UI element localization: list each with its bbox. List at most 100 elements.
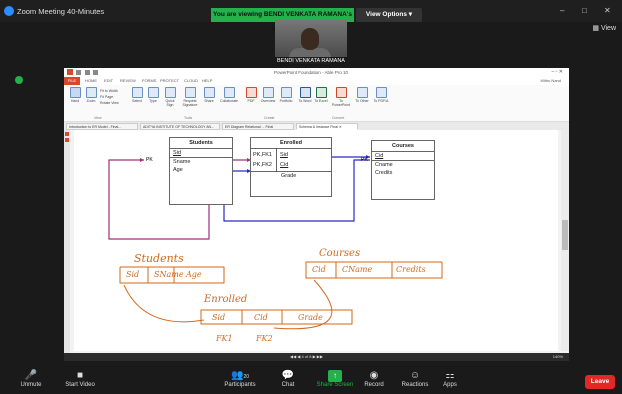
to-pdfa-button[interactable]: To PDF/A	[372, 87, 390, 103]
left-sidebar	[64, 130, 70, 355]
portfolio-button[interactable]: Portfolio	[278, 87, 294, 103]
field-sname: Sname	[173, 159, 191, 165]
menu-review[interactable]: REVIEW	[120, 78, 136, 83]
arrowhead	[140, 158, 144, 162]
request-signature-icon	[184, 87, 196, 98]
leave-button[interactable]: Leave	[585, 375, 615, 389]
hand-col-sname: SName	[154, 270, 184, 279]
zoom-level[interactable]: 140%	[553, 354, 563, 359]
word-icon	[299, 87, 311, 98]
zoom-tool-button[interactable]: Zoom	[84, 87, 98, 103]
entity-title: Courses	[372, 141, 434, 152]
menu-cloud[interactable]: CLOUD	[184, 78, 198, 83]
menu-edit[interactable]: EDIT	[104, 78, 113, 83]
close-tab-icon[interactable]: ✕	[339, 125, 342, 129]
entity-courses: Courses Cid Cname Credits	[371, 140, 435, 200]
unmute-button[interactable]: 🎤 Unmute	[16, 370, 46, 388]
rotate-view-button[interactable]: Rotate View	[100, 100, 119, 106]
to-excel-button[interactable]: To Excel	[314, 87, 328, 103]
vertical-scrollbar[interactable]	[561, 130, 569, 351]
group-tools-label: Tools	[184, 116, 193, 120]
doc-tab-label: ADITYA INSTITUTE OF TECHNOLOGY AN...	[143, 125, 214, 129]
pdf-button[interactable]: PDF	[244, 87, 258, 103]
maximize-button[interactable]: □	[582, 6, 587, 15]
to-excel-label: To Excel	[314, 99, 328, 103]
menu-protect[interactable]: PROTECT	[160, 78, 179, 83]
view-options-button[interactable]: View Options ▾	[356, 8, 422, 22]
start-video-label: Start Video	[65, 382, 95, 388]
select-tool-button[interactable]: Select	[130, 87, 144, 103]
powerpoint-icon	[335, 87, 347, 98]
overview-button[interactable]: Overview	[260, 87, 276, 103]
to-powerpoint-button[interactable]: To PowerPoint	[330, 87, 352, 107]
page-navigator[interactable]: ◀◀ ◀ 4 of 8 ▶ ▶▶	[290, 354, 323, 359]
menu-help[interactable]: HELP	[202, 78, 212, 83]
hand-tool-button[interactable]: Hand	[68, 87, 82, 103]
hand-icon	[69, 87, 81, 98]
entity-title: Enrolled	[251, 138, 331, 149]
entity-students: Students Sid Sname Age	[169, 137, 233, 205]
quick-sign-button[interactable]: Quick Sign	[162, 87, 178, 107]
type-tool-button[interactable]: Type	[146, 87, 160, 103]
close-button[interactable]: ✕	[604, 6, 611, 15]
bookmark-icon[interactable]	[65, 132, 69, 136]
share-screen-button[interactable]: ↑ Share Screen	[316, 370, 354, 388]
participants-button[interactable]: 👥20 Participants	[220, 370, 260, 388]
share-icon	[203, 87, 215, 98]
app-title: PowerPoint Foundation - Able Pro 10	[274, 70, 349, 75]
minimize-button[interactable]: –	[560, 6, 564, 15]
participant-video[interactable]: BENDI VENKATA RAMANA	[275, 20, 347, 66]
doc-tab-1[interactable]: Introduction to ER Model - Final...	[66, 123, 138, 130]
entity-enrolled: Enrolled PK,FK1 PK,FK2 Sid Cid Grade	[250, 137, 332, 197]
share-button[interactable]: Share	[202, 87, 216, 103]
field-sid: Sid	[170, 149, 232, 158]
user-name[interactable]: Mithu Nand	[541, 78, 561, 83]
undo-icon[interactable]	[92, 70, 98, 75]
doc-tab-3[interactable]: ER Diagram Relational ... Final	[222, 123, 294, 130]
pages-icon[interactable]	[65, 138, 69, 142]
menu-home[interactable]: HOME	[85, 78, 97, 83]
save-icon[interactable]	[76, 70, 82, 75]
participants-count: 20	[243, 374, 249, 380]
menu-file[interactable]: FILE	[64, 77, 80, 85]
document-tabs: Introduction to ER Model - Final... ADIT…	[64, 122, 569, 130]
overview-label: Overview	[260, 99, 276, 103]
hand-col-credits: Credits	[396, 265, 426, 274]
apps-button[interactable]: ⚏ Apps	[438, 370, 462, 388]
group-convert-label: Convert	[332, 116, 345, 120]
chat-button[interactable]: 💬 Chat	[276, 370, 300, 388]
menu-bar: HOME EDIT REVIEW FORMS PROTECT CLOUD HEL…	[64, 77, 569, 85]
view-button[interactable]: ▦ View	[592, 24, 616, 32]
group-create-label: Create	[264, 116, 275, 120]
participants-label: Participants	[224, 382, 256, 388]
menu-forms[interactable]: FORMS	[142, 78, 156, 83]
doc-tab-2[interactable]: ADITYA INSTITUTE OF TECHNOLOGY AN...	[140, 123, 220, 130]
app-window-controls[interactable]: – ▫ ✕	[551, 69, 563, 75]
quick-access-toolbar[interactable]	[67, 69, 107, 76]
scroll-thumb[interactable]	[562, 220, 568, 250]
reactions-button[interactable]: ☺ Reactions	[398, 370, 432, 388]
field-cid: Cid	[372, 152, 434, 161]
video-person-head	[301, 28, 319, 50]
doc-tab-label: ER Diagram Relational ... Final	[225, 125, 274, 129]
print-icon[interactable]	[84, 70, 90, 75]
chat-label: Chat	[281, 382, 295, 388]
record-button[interactable]: ◉ Record	[360, 370, 388, 388]
app-status-bar: ◀◀ ◀ 4 of 8 ▶ ▶▶ 140%	[64, 353, 569, 361]
to-powerpoint-label: To PowerPoint	[332, 99, 350, 107]
app-logo-icon	[67, 69, 73, 75]
request-signature-button[interactable]: Request Signature	[180, 87, 200, 107]
start-video-button[interactable]: ■ Start Video	[62, 370, 98, 388]
doc-tab-4[interactable]: Schema & Instance Final ✕	[296, 123, 358, 130]
document-page: Students Sid Sname Age PK Enrolled PK,FK…	[74, 130, 558, 351]
hand-label: Hand	[70, 99, 80, 103]
view-small-buttons: Fit to Width Fit Page Rotate View	[100, 88, 119, 106]
to-other-button[interactable]: To Other	[354, 87, 370, 103]
type-label: Type	[149, 99, 157, 103]
select-label: Select	[132, 99, 142, 103]
collaborate-button[interactable]: Collaborate	[218, 87, 240, 103]
ribbon: Hand Zoom Fit to Width Fit Page Rotate V…	[64, 85, 569, 122]
to-word-button[interactable]: To Word	[298, 87, 312, 103]
video-off-icon: ■	[76, 370, 84, 381]
hand-enr-sid: Sid	[212, 313, 226, 322]
